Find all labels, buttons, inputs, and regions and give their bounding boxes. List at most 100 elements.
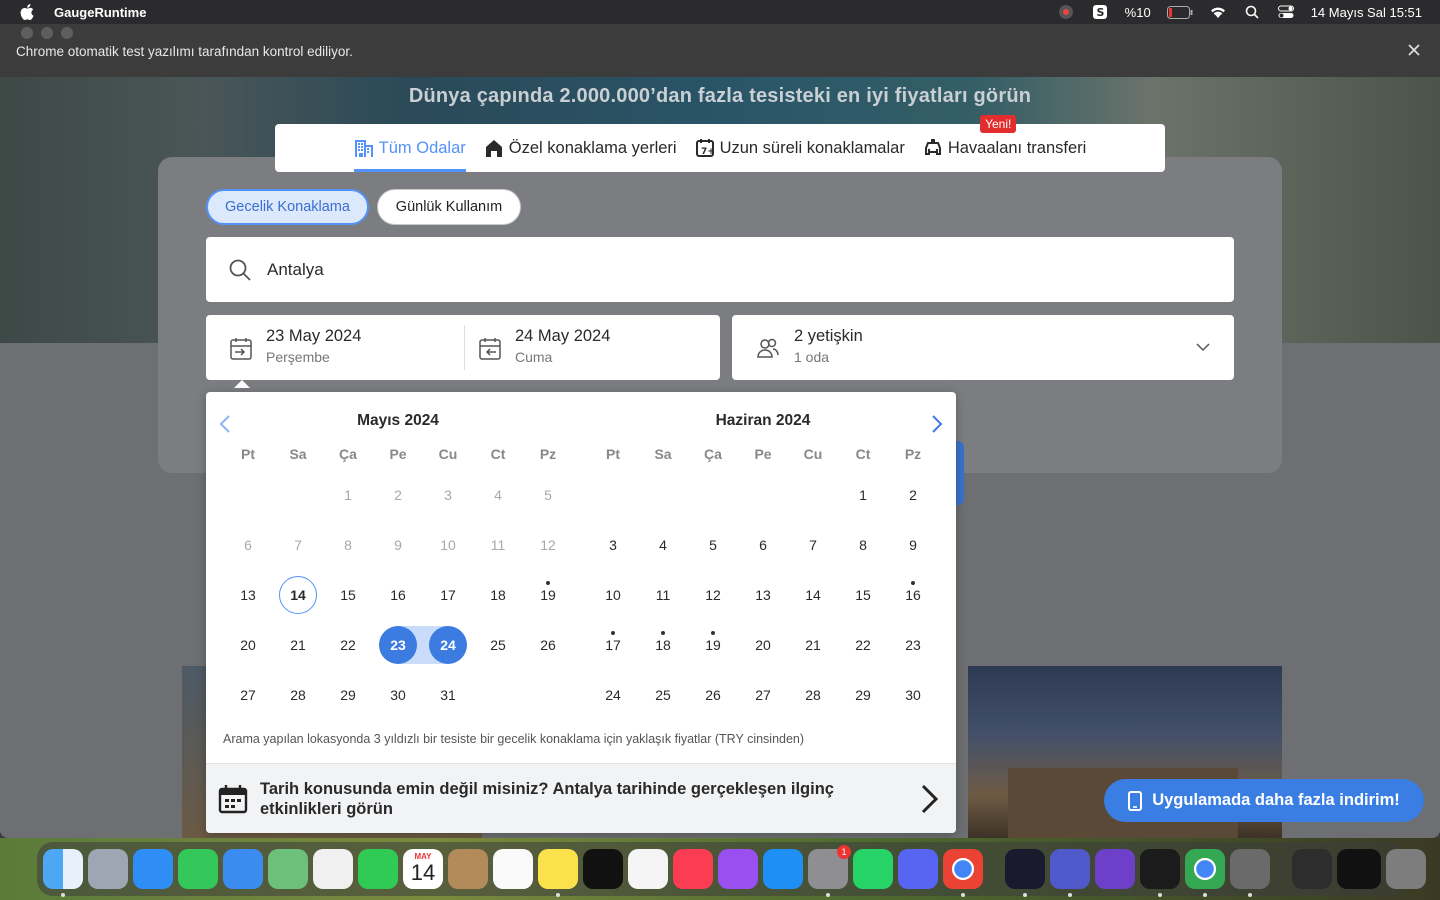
terminal-icon[interactable] bbox=[1140, 849, 1180, 897]
calendar-day[interactable]: 17 bbox=[423, 570, 473, 620]
calendar-day[interactable]: 14 bbox=[788, 570, 838, 620]
calendar-day[interactable]: 26 bbox=[688, 670, 738, 720]
s-app-icon[interactable]: S bbox=[1091, 5, 1109, 19]
calendar-day[interactable]: 16 bbox=[888, 570, 938, 620]
tab-long-stays[interactable]: 7+ Uzun süreli konaklamalar bbox=[695, 124, 905, 172]
menu-bar-clock[interactable]: 14 Mayıs Sal 15:51 bbox=[1311, 5, 1422, 20]
intellij-icon[interactable] bbox=[1005, 849, 1045, 897]
window-thumbnail-icon[interactable] bbox=[1337, 849, 1381, 889]
calendar-day[interactable]: 30 bbox=[373, 670, 423, 720]
preview-icon[interactable] bbox=[1230, 849, 1270, 897]
calendar-day[interactable]: 12 bbox=[688, 570, 738, 620]
calendar-day[interactable]: 28 bbox=[273, 670, 323, 720]
calendar-day[interactable]: 5 bbox=[688, 520, 738, 570]
calendar-day[interactable]: 18 bbox=[473, 570, 523, 620]
downloads-stack-icon[interactable] bbox=[1292, 849, 1332, 889]
calendar-day[interactable]: 16 bbox=[373, 570, 423, 620]
calendar-day[interactable]: 8 bbox=[838, 520, 888, 570]
checkout-field[interactable]: 24 May 2024 Cuma bbox=[479, 327, 610, 365]
apple-tv-icon[interactable] bbox=[583, 849, 623, 889]
calendar-day[interactable]: 9 bbox=[888, 520, 938, 570]
app-download-button[interactable]: Uygulamada daha fazla indirim! bbox=[1104, 779, 1424, 822]
finder-icon[interactable] bbox=[43, 849, 83, 897]
control-center-icon[interactable] bbox=[1277, 5, 1295, 19]
music-icon[interactable] bbox=[673, 849, 713, 889]
apple-icon[interactable] bbox=[20, 4, 36, 20]
destination-search-field[interactable]: Antalya bbox=[206, 237, 1234, 302]
notes-icon[interactable] bbox=[538, 849, 578, 897]
photos-icon[interactable] bbox=[313, 849, 353, 889]
calendar-day[interactable]: 23 bbox=[888, 620, 938, 670]
guests-rooms-field[interactable]: 2 yetişkin 1 oda bbox=[732, 315, 1234, 380]
facetime-icon[interactable] bbox=[358, 849, 398, 889]
contacts-icon[interactable] bbox=[448, 849, 488, 889]
calendar-day[interactable]: 24 bbox=[588, 670, 638, 720]
calendar-day[interactable]: 26 bbox=[523, 620, 573, 670]
calendar-day[interactable]: 11 bbox=[638, 570, 688, 620]
safari-icon[interactable] bbox=[133, 849, 173, 889]
events-suggestion-banner[interactable]: Tarih konusunda emin değil misiniz? Anta… bbox=[206, 763, 956, 833]
tab-private-stays[interactable]: Özel konaklama yerleri bbox=[484, 124, 677, 172]
calendar-day[interactable]: 20 bbox=[223, 620, 273, 670]
calendar-day[interactable]: 27 bbox=[738, 670, 788, 720]
chevron-down-icon[interactable] bbox=[1196, 340, 1210, 354]
chrome-icon[interactable] bbox=[943, 849, 983, 897]
teams-icon[interactable] bbox=[1050, 849, 1090, 897]
calendar-day[interactable]: 20 bbox=[738, 620, 788, 670]
wifi-icon[interactable] bbox=[1209, 5, 1227, 19]
calendar-day[interactable]: 4 bbox=[638, 520, 688, 570]
calendar-day[interactable]: 6 bbox=[738, 520, 788, 570]
calendar-day[interactable]: 18 bbox=[638, 620, 688, 670]
calendar-day[interactable]: 21 bbox=[273, 620, 323, 670]
reminders-icon[interactable] bbox=[493, 849, 533, 889]
messages-icon[interactable] bbox=[178, 849, 218, 889]
podcasts-icon[interactable] bbox=[718, 849, 758, 889]
calendar-day[interactable]: 3 bbox=[588, 520, 638, 570]
calendar-day[interactable]: 25 bbox=[638, 670, 688, 720]
calendar-day[interactable]: 19 bbox=[523, 570, 573, 620]
calendar-day[interactable]: 14 bbox=[273, 570, 323, 620]
close-window-button[interactable] bbox=[21, 27, 33, 39]
minimize-window-button[interactable] bbox=[41, 27, 53, 39]
calendar-day[interactable]: 13 bbox=[738, 570, 788, 620]
calendar-day[interactable]: 7 bbox=[788, 520, 838, 570]
spotlight-search-icon[interactable] bbox=[1243, 5, 1261, 19]
checkin-field[interactable]: 23 May 2024 Perşembe bbox=[230, 327, 361, 365]
mail-icon[interactable] bbox=[223, 849, 263, 889]
calendar-day[interactable]: 22 bbox=[323, 620, 373, 670]
record-icon[interactable] bbox=[1057, 5, 1075, 19]
calendar-day[interactable]: 25 bbox=[473, 620, 523, 670]
discord-icon[interactable] bbox=[898, 849, 938, 889]
battery-icon[interactable] bbox=[1166, 5, 1193, 19]
app-store-icon[interactable] bbox=[763, 849, 803, 889]
calendar-day[interactable]: 13 bbox=[223, 570, 273, 620]
calendar-day[interactable]: 29 bbox=[323, 670, 373, 720]
calendar-day[interactable]: 19 bbox=[688, 620, 738, 670]
calendar-day[interactable]: 28 bbox=[788, 670, 838, 720]
launchpad-icon[interactable] bbox=[88, 849, 128, 889]
active-app-name[interactable]: GaugeRuntime bbox=[54, 5, 146, 20]
github-desktop-icon[interactable] bbox=[1095, 849, 1135, 889]
calendar-day[interactable]: 27 bbox=[223, 670, 273, 720]
zoom-window-button[interactable] bbox=[61, 27, 73, 39]
calendar-day[interactable]: 30 bbox=[888, 670, 938, 720]
close-icon[interactable] bbox=[1406, 42, 1422, 58]
calendar-day[interactable]: 31 bbox=[423, 670, 473, 720]
tab-airport-transfer[interactable]: Havaalanı transferi Yeni! bbox=[923, 115, 1086, 172]
overnight-stay-toggle[interactable]: Gecelik Konaklama bbox=[206, 189, 369, 225]
calendar-day[interactable]: 24 bbox=[423, 620, 473, 670]
freeform-icon[interactable] bbox=[628, 849, 668, 889]
calendar-app-icon[interactable]: MAY 14 bbox=[403, 849, 443, 889]
calendar-day[interactable]: 22 bbox=[838, 620, 888, 670]
trash-icon[interactable] bbox=[1386, 849, 1426, 889]
calendar-day[interactable]: 17 bbox=[588, 620, 638, 670]
calendar-day[interactable]: 10 bbox=[588, 570, 638, 620]
system-settings-icon[interactable]: 1 bbox=[808, 845, 851, 897]
calendar-day[interactable]: 21 bbox=[788, 620, 838, 670]
maps-icon[interactable] bbox=[268, 849, 308, 889]
calendar-day[interactable]: 29 bbox=[838, 670, 888, 720]
tab-all-rooms[interactable]: Tüm Odalar bbox=[353, 124, 466, 172]
calendar-day[interactable]: 15 bbox=[838, 570, 888, 620]
chrome-icon[interactable] bbox=[1185, 849, 1225, 897]
calendar-day[interactable]: 2 bbox=[888, 470, 938, 520]
